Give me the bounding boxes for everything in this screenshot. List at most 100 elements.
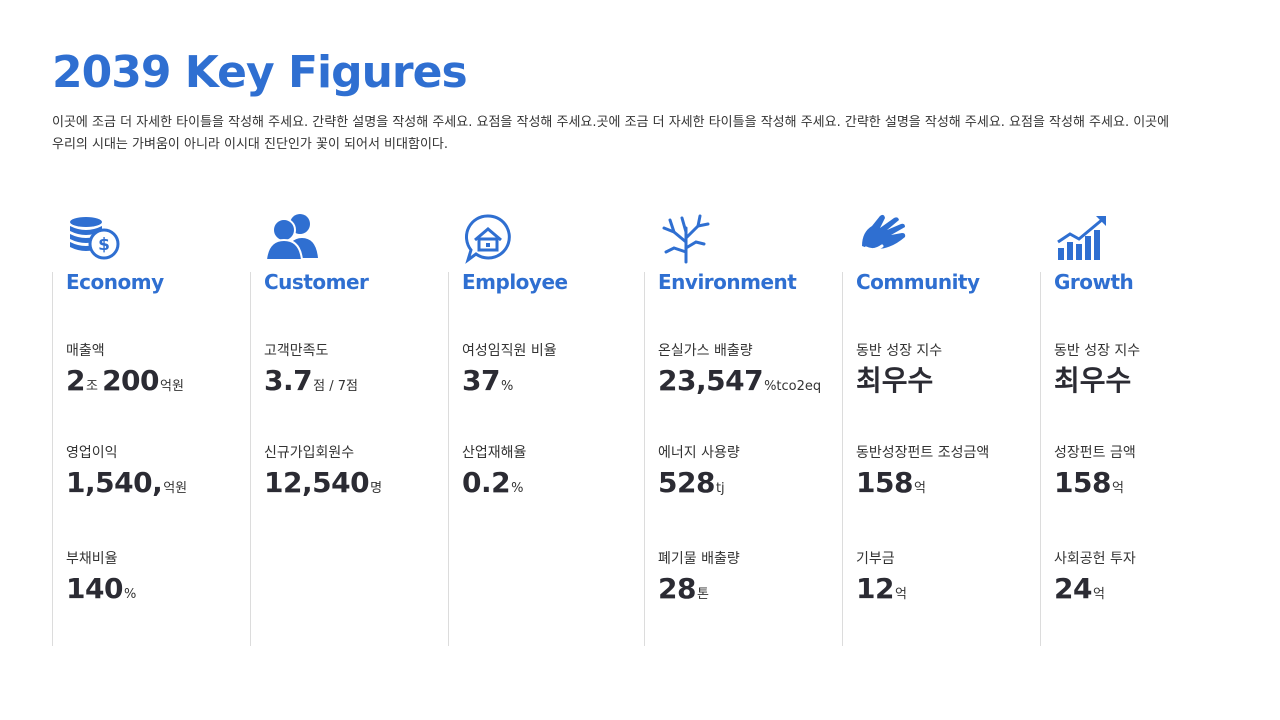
metric-unit: %tco2eq: [764, 379, 822, 394]
metric-label: 여성임직원 비율: [462, 343, 557, 359]
metric-unit: 조: [85, 379, 103, 394]
metric-number: 140: [66, 572, 123, 605]
metric-label: 산업재해율: [462, 445, 527, 461]
metric-value: 24억: [1054, 572, 1136, 612]
metric-unit: 억: [1111, 481, 1124, 496]
metric: 사회공헌 투자 24억: [1054, 550, 1136, 612]
metric-number: 24: [1054, 572, 1092, 605]
metric-value: 최우수: [1054, 364, 1140, 402]
metric-unit: 억원: [163, 481, 188, 496]
metric: 매출액 2조 200억원: [66, 342, 184, 404]
metric: 에너지 사용량 528tj: [658, 444, 740, 506]
hand-icon: [856, 212, 912, 264]
column-divider: [842, 272, 843, 646]
column-economy: $ Economy 매출액 2조 200억원 영업이익 1,540,억원 부채비율 140%: [40, 212, 237, 652]
category-title: Customer: [264, 270, 369, 294]
metric-number: 28: [658, 572, 696, 605]
metric: 온실가스 배출량 23,547%tco2eq: [658, 342, 821, 404]
metric-number: 2: [66, 364, 85, 397]
metric-unit: %: [500, 379, 514, 394]
category-title: Growth: [1054, 270, 1134, 294]
metric-number: 23,547: [658, 364, 764, 397]
column-growth: Growth 동반 성장 지수 최우수 성장펀트 금액 158억 사회공헌 투자 24억: [1028, 212, 1225, 652]
category-title: Community: [856, 270, 980, 294]
metric: 기부금 12억: [856, 550, 907, 612]
metric-value: 12,540명: [264, 466, 382, 506]
users-icon: [264, 212, 320, 264]
metric-value: 23,547%tco2eq: [658, 364, 821, 404]
metric-label: 동반 성장 지수: [856, 343, 943, 359]
metric-label: 기부금: [856, 551, 895, 567]
metric-value: 528tj: [658, 466, 740, 506]
column-community: Community 동반 성장 지수최우수동반성장펀트 조성금액 158억기부금 12…: [830, 212, 1027, 652]
metric-label: 폐기물 배출량: [658, 551, 740, 567]
metric: 동반 성장 지수최우수: [856, 342, 942, 402]
metric-value: 12억: [856, 572, 907, 612]
column-divider: [52, 272, 53, 646]
metric-unit: 억: [913, 481, 926, 496]
metric-label: 에너지 사용량: [658, 445, 740, 461]
metric: 고객만족도 3.7점 / 7점: [264, 342, 358, 404]
metric-unit: tj: [715, 481, 725, 496]
metric-number: 37: [462, 364, 500, 397]
metric: 산업재해율 0.2%: [462, 444, 526, 506]
metric-number: 0.2: [462, 466, 511, 499]
page-title: 2039 Key Figures: [52, 47, 468, 98]
metric-rating: 최우수: [856, 364, 934, 397]
column-divider: [644, 272, 645, 646]
metric-label: 동반 성장 지수: [1054, 343, 1141, 359]
metric-number: 12: [856, 572, 894, 605]
column-environment: Environment 온실가스 배출량 23,547%tco2eq 에너지 사용량 5…: [632, 212, 829, 652]
metric-value: 1,540,억원: [66, 466, 187, 506]
metric-number: 1,540,: [66, 466, 163, 499]
metric: 영업이익 1,540,억원: [66, 444, 187, 506]
metric-unit: 점 / 7점: [313, 379, 358, 394]
metric-value: 140%: [66, 572, 136, 612]
metric: 성장펀트 금액 158억: [1054, 444, 1136, 506]
metric-number: 158: [856, 466, 913, 499]
metric-label: 부채비율: [66, 551, 118, 567]
metric-value: 3.7점 / 7점: [264, 364, 358, 404]
metric-label: 영업이익: [66, 445, 118, 461]
metric: 동반 성장 지수최우수: [1054, 342, 1140, 402]
column-divider: [448, 272, 449, 646]
category-title: Economy: [66, 270, 164, 294]
metric-unit: 톤: [696, 587, 709, 602]
metric: 폐기물 배출량 28톤: [658, 550, 740, 612]
metric-unit: 억: [894, 587, 907, 602]
growth-chart-icon: [1054, 212, 1110, 264]
metric-unit: 억원: [160, 379, 184, 394]
metric-unit: 명: [370, 481, 383, 496]
metric-label: 사회공헌 투자: [1054, 551, 1136, 567]
metric-number: 158: [1054, 466, 1111, 499]
metric-unit: %: [511, 481, 524, 496]
metric-rating: 최우수: [1054, 364, 1132, 397]
svg-text:$: $: [98, 235, 110, 255]
metric: 여성임직원 비율 37%: [462, 342, 557, 404]
metric-number: 3.7: [264, 364, 313, 397]
metric: 동반성장펀트 조성금액 158억: [856, 444, 989, 506]
coins-dollar-icon: $: [66, 212, 122, 264]
metric-label: 신규가입회원수: [264, 445, 355, 461]
metric: 부채비율 140%: [66, 550, 136, 612]
metric-label: 매출액: [66, 343, 105, 359]
column-customer: Customer 고객만족도 3.7점 / 7점신규가입회원수 12,540명: [238, 212, 435, 652]
metric-unit: 억: [1092, 587, 1105, 602]
metric-value: 최우수: [856, 364, 942, 402]
metric-value: 2조 200억원: [66, 364, 184, 404]
metric-unit: %: [123, 587, 137, 602]
page-description: 이곳에 조금 더 자세한 타이틀을 작성해 주세요. 간략한 설명을 작성해 주…: [52, 115, 1170, 152]
metric-number: 12,540: [264, 466, 370, 499]
metric-value: 158억: [1054, 466, 1136, 506]
category-title: Employee: [462, 270, 568, 294]
metric-label: 온실가스 배출량: [658, 343, 753, 359]
metric-number: 528: [658, 466, 715, 499]
metric: 신규가입회원수 12,540명: [264, 444, 382, 506]
metric-value: 158억: [856, 466, 989, 506]
metric-label: 고객만족도: [264, 343, 329, 359]
column-divider: [250, 272, 251, 646]
category-title: Environment: [658, 270, 797, 294]
house-chat-icon: [462, 212, 518, 264]
column-divider: [1040, 272, 1041, 646]
metric-number: 200: [102, 364, 160, 397]
